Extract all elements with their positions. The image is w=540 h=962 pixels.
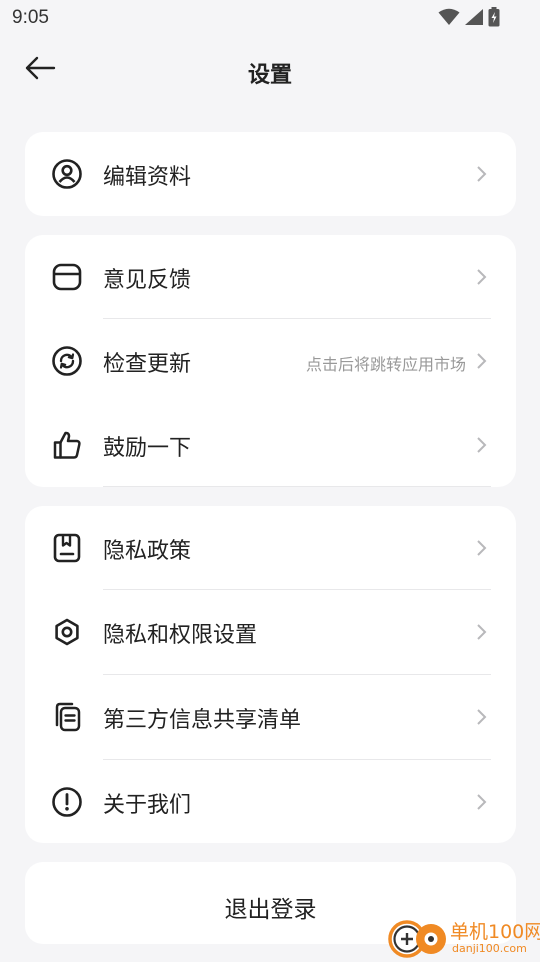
update-hint: 点击后将跳转应用市场 (305, 355, 466, 374)
status-bar: 9:05 (0, 0, 540, 36)
chevron-right-icon (477, 540, 487, 556)
row-label: 关于我们 (103, 793, 192, 818)
chevron-right-icon (477, 709, 487, 725)
watermark-url: danji100.com (452, 942, 527, 955)
wifi-icon (438, 8, 460, 30)
battery-charging-icon (488, 7, 500, 31)
row-label: 编辑资料 (103, 165, 192, 190)
chevron-right-icon (477, 166, 487, 182)
divider (103, 486, 491, 487)
chevron-right-icon (477, 624, 487, 640)
thumbs-up-icon (50, 428, 84, 462)
page-title: 设置 (247, 63, 292, 88)
watermark: 单机100网 danji100.com (386, 914, 540, 962)
row-check-update[interactable]: 检查更新 点击后将跳转应用市场 (25, 319, 516, 403)
row-privacy-permissions[interactable]: 隐私和权限设置 (25, 590, 516, 674)
row-privacy-policy[interactable]: 隐私政策 (25, 506, 516, 590)
row-encourage[interactable]: 鼓励一下 (25, 403, 516, 487)
status-time: 9:05 (12, 7, 49, 28)
row-about-us[interactable]: 关于我们 (25, 760, 516, 843)
chevron-right-icon (477, 794, 487, 810)
row-label: 隐私政策 (103, 539, 192, 564)
gear-icon (50, 615, 84, 649)
info-icon (50, 785, 84, 819)
chevron-right-icon (477, 437, 487, 453)
row-label: 隐私和权限设置 (103, 623, 258, 648)
settings-group-privacy: 隐私政策 隐私和权限设置 第三方信息共享清单 关于我们 (25, 506, 516, 843)
settings-group-profile: 编辑资料 (25, 132, 516, 216)
row-label: 检查更新 (103, 352, 192, 377)
row-third-party-sharing[interactable]: 第三方信息共享清单 (25, 675, 516, 759)
user-profile-icon (50, 157, 84, 191)
chevron-right-icon (477, 269, 487, 285)
refresh-icon (50, 344, 84, 378)
app-bar: 设置 (0, 40, 540, 102)
row-label: 第三方信息共享清单 (103, 708, 302, 733)
chevron-right-icon (477, 353, 487, 369)
row-feedback[interactable]: 意见反馈 (25, 235, 516, 319)
row-label: 鼓励一下 (103, 436, 192, 461)
watermark-logo-icon (386, 916, 448, 962)
privacy-document-icon (50, 531, 84, 565)
settings-group-feedback: 意见反馈 检查更新 点击后将跳转应用市场 鼓励一下 (25, 235, 516, 487)
feedback-icon (50, 260, 84, 294)
row-edit-profile[interactable]: 编辑资料 (25, 132, 516, 216)
cellular-signal-icon (464, 8, 484, 30)
status-icons (438, 7, 500, 31)
row-label: 意见反馈 (103, 268, 192, 293)
watermark-name: 单机100网 (450, 921, 540, 943)
copy-list-icon (50, 700, 84, 734)
